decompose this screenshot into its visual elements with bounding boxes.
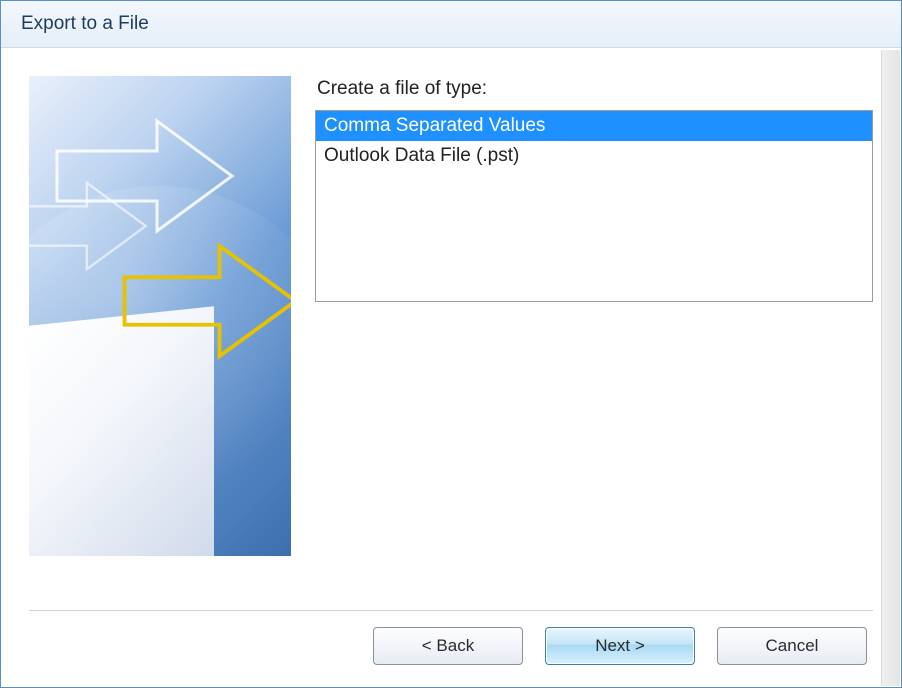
file-type-option[interactable]: Outlook Data File (.pst) [316,141,872,171]
dialog-body: Create a file of type: Comma Separated V… [1,48,901,687]
back-button[interactable]: < Back [373,627,523,665]
export-wizard-dialog: Export to a File Create a file of typ [0,0,902,688]
file-type-option[interactable]: Comma Separated Values [316,111,872,141]
button-separator [29,610,873,611]
vertical-scrollbar[interactable] [881,50,900,686]
cancel-button[interactable]: Cancel [717,627,867,665]
wizard-hero-image [29,76,291,556]
dialog-titlebar: Export to a File [1,1,901,48]
next-button[interactable]: Next > [545,627,695,665]
arrow-yellow-icon [115,226,291,376]
dialog-content: Create a file of type: Comma Separated V… [29,76,873,592]
wizard-right-pane: Create a file of type: Comma Separated V… [315,76,873,592]
wizard-button-row: < Back Next > Cancel [29,627,873,665]
file-type-listbox[interactable]: Comma Separated ValuesOutlook Data File … [315,110,873,302]
file-type-prompt: Create a file of type: [317,78,873,100]
dialog-title: Export to a File [21,13,149,35]
